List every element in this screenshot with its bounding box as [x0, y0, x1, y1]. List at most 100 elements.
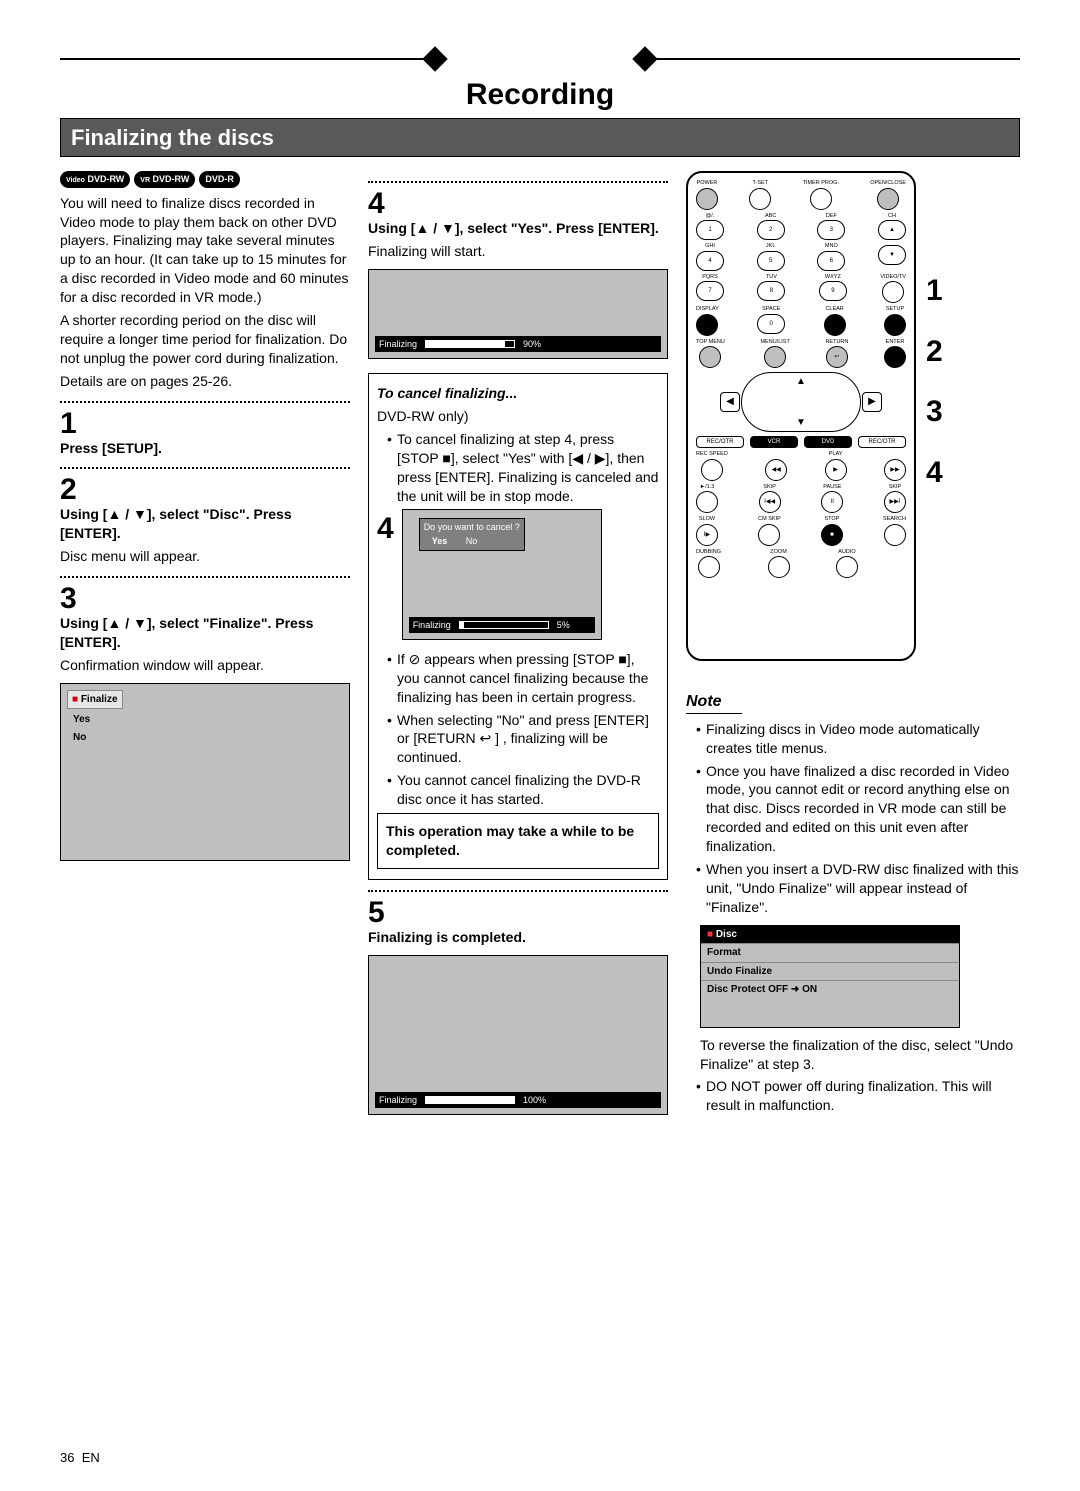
return-button[interactable]: ↩ [826, 346, 848, 368]
num-3-button[interactable]: 3 [817, 220, 845, 240]
osd-percent: 100% [523, 1094, 546, 1106]
videotv-button[interactable] [882, 281, 904, 303]
num-7-button[interactable]: 7 [696, 281, 724, 301]
btn-label: ENTER [886, 340, 905, 346]
tset-button[interactable] [749, 188, 771, 210]
divider [60, 401, 350, 403]
btn-label: SKIP [763, 485, 776, 491]
callout-number: 3 [926, 392, 943, 433]
play13-button[interactable] [696, 491, 718, 513]
duration-warning: This operation may take a while to be co… [377, 813, 659, 869]
intro-text: A shorter recording period on the disc w… [60, 311, 350, 368]
btn-label: MENU/LIST [760, 340, 789, 346]
remote-callouts: 1 2 3 4 [926, 171, 943, 661]
osd-status-label: Finalizing [413, 619, 451, 631]
slow-button[interactable]: I▶ [696, 524, 718, 546]
cancel-instruction: To cancel finalizing at step 4, press [S… [387, 430, 659, 506]
arrow-down-button[interactable]: ▼ [796, 416, 806, 430]
num-9-button[interactable]: 9 [819, 281, 847, 301]
menu-list-button[interactable] [764, 346, 786, 368]
recspeed-button[interactable] [701, 459, 723, 481]
btn-label: ►/1.3 [700, 485, 715, 491]
rew-button[interactable]: ◀◀ [765, 459, 787, 481]
clear-button[interactable] [824, 314, 846, 336]
dvd-button[interactable]: DVD [804, 436, 852, 448]
arrow-up-button[interactable]: ▲ [796, 375, 806, 389]
badge-dvdrw-vr: VR DVD-RW [134, 171, 195, 187]
skip-next-button[interactable]: ▶▶I [884, 491, 906, 513]
page-number: 36 [60, 1450, 74, 1465]
btn-label: ZOOM [770, 550, 787, 556]
osd-cancel-question: Do you want to cancel ? [424, 521, 520, 533]
dpad: ▲ ▼ ◀ ▶ [741, 372, 861, 432]
btn-label: PAUSE [823, 485, 841, 491]
ff-button[interactable]: ▶▶ [884, 459, 906, 481]
arrow-right-button[interactable]: ▶ [862, 392, 882, 412]
cancel-box: To cancel finalizing... DVD-RW only) To … [368, 373, 668, 880]
btn-label: DEF [826, 214, 837, 220]
num-8-button[interactable]: 8 [757, 281, 785, 301]
btn-label: JKL [766, 244, 775, 250]
step-instruction: Press [SETUP]. [60, 439, 350, 458]
btn-label: VIDEO/TV [880, 275, 906, 281]
osd-cancel-no: No [458, 534, 486, 548]
note-text: To reverse the finalization of the disc,… [686, 1036, 1020, 1074]
btn-label: GHI [705, 244, 715, 250]
ch-down-button[interactable]: ▼ [878, 245, 906, 265]
osd-finalize-confirm: ■ Finalize Yes No [60, 683, 350, 862]
arrow-left-button[interactable]: ◀ [720, 392, 740, 412]
btn-label: STOP [824, 517, 839, 523]
power-button[interactable] [696, 188, 718, 210]
btn-label: SLOW [699, 517, 715, 523]
vcr-button[interactable]: VCR [750, 436, 798, 448]
osd-cancel-yes: Yes [424, 534, 456, 548]
step-instruction: Using [▲ / ▼], select "Yes". Press [ENTE… [368, 219, 668, 238]
ch-up-button[interactable]: ▲ [878, 220, 906, 240]
skip-prev-button[interactable]: I◀◀ [759, 491, 781, 513]
num-5-button[interactable]: 5 [757, 251, 785, 271]
num-4-button[interactable]: 4 [696, 251, 724, 271]
step-4: 4 Using [▲ / ▼], select "Yes". Press [EN… [368, 189, 668, 261]
page-footer: 36 EN [60, 1449, 100, 1467]
osd-percent: 90% [523, 338, 541, 350]
osd-finalizing-progress: Finalizing 90% [368, 269, 668, 359]
column-2: 4 Using [▲ / ▼], select "Yes". Press [EN… [368, 171, 668, 1119]
num-6-button[interactable]: 6 [817, 251, 845, 271]
step-result: Confirmation window will appear. [60, 656, 350, 675]
progress-bar [425, 340, 515, 348]
dubbing-button[interactable] [698, 556, 720, 578]
num-1-button[interactable]: 1 [696, 220, 724, 240]
zoom-button[interactable] [768, 556, 790, 578]
setup-button[interactable] [884, 314, 906, 336]
num-0-button[interactable]: 0 [757, 314, 785, 334]
search-button[interactable] [884, 524, 906, 546]
page-lang: EN [82, 1450, 100, 1465]
pause-button[interactable]: II [821, 491, 843, 513]
step-3: 3 Using [▲ / ▼], select "Finalize". Pres… [60, 584, 350, 675]
cancel-note: If ⊘ appears when pressing [STOP ■], you… [387, 650, 659, 707]
rec-otr-button[interactable]: REC/OTR [696, 436, 744, 448]
btn-label: RETURN [825, 340, 848, 346]
cmskip-button[interactable] [758, 524, 780, 546]
btn-label: SETUP [886, 307, 904, 313]
timer-button[interactable] [810, 188, 832, 210]
osd-cancel-dialog: Do you want to cancel ? Yes No Finalizin… [402, 509, 602, 639]
display-button[interactable] [696, 314, 718, 336]
column-3: POWER T-SET TIMER PROG. OPEN/CLOSE @/.1 … [686, 171, 1020, 1119]
btn-label: CM SKIP [758, 517, 781, 523]
audio-button[interactable] [836, 556, 858, 578]
num-2-button[interactable]: 2 [757, 220, 785, 240]
eject-button[interactable] [877, 188, 899, 210]
btn-label: AUDIO [838, 550, 855, 556]
osd-option-no: No [67, 731, 343, 745]
badge-dvdrw-video: Video DVD-RW [60, 171, 130, 187]
step-2: 2 Using [▲ / ▼], select "Disc". Press [E… [60, 475, 350, 566]
play-button[interactable]: ▶ [825, 459, 847, 481]
rec-otr-button-2[interactable]: REC/OTR [858, 436, 906, 448]
stop-button[interactable]: ■ [821, 524, 843, 546]
osd-finalizing-complete: Finalizing 100% [368, 955, 668, 1115]
osd-disc-menu: ■ Disc Format Undo Finalize Disc Protect… [700, 925, 960, 1028]
btn-label: MNO [825, 244, 838, 250]
enter-button[interactable] [884, 346, 906, 368]
top-menu-button[interactable] [699, 346, 721, 368]
